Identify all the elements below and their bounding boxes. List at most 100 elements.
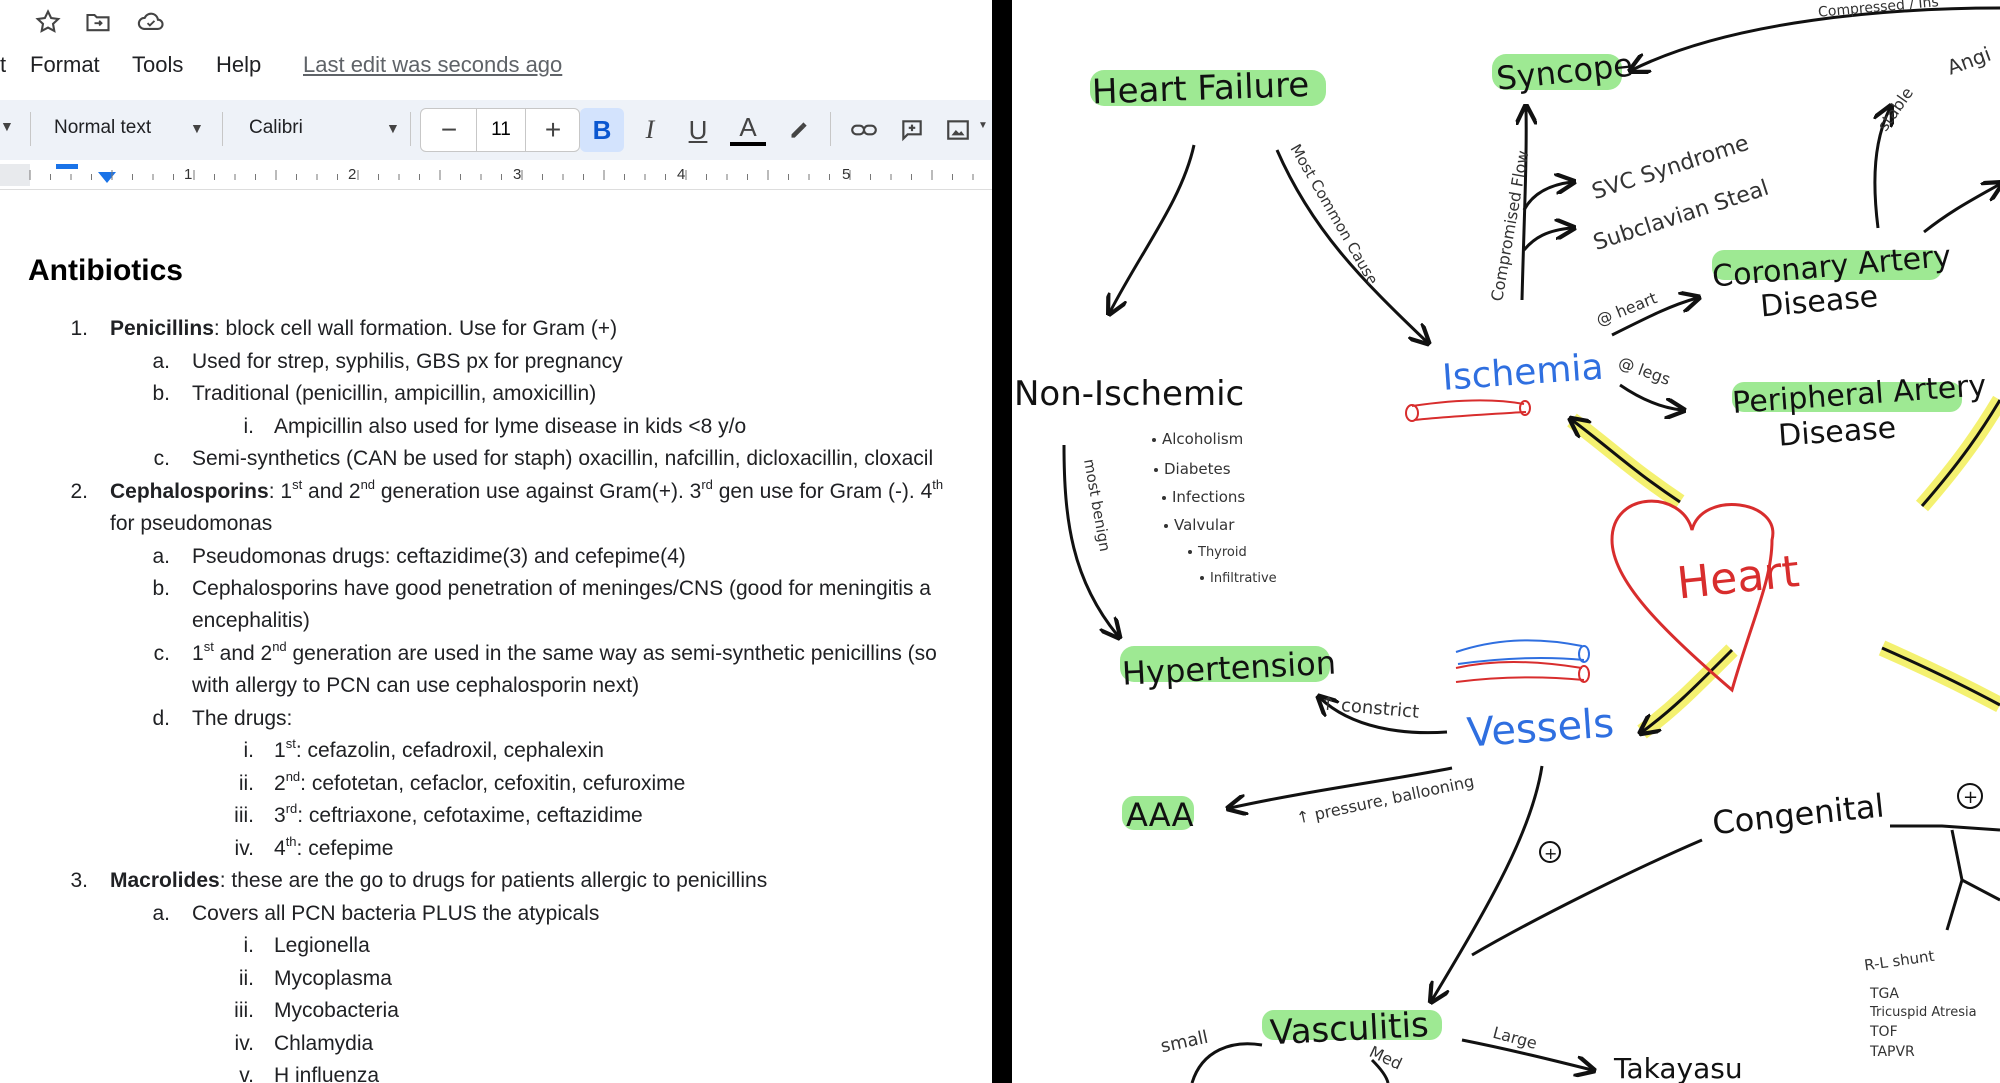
list-term: Macrolides [110,869,220,892]
list-text: generation are used in the same way as s… [286,642,937,665]
insert-link-icon[interactable] [842,108,886,152]
list-item: 3rd: ceftriaxone, cefotaxime, ceftazidim… [274,802,643,829]
chevron-down-icon[interactable]: ▼ [386,120,400,136]
font-size-input[interactable]: 11 [476,109,526,151]
document-page[interactable]: Antibiotics 1. Penicillins: block cell w… [0,190,992,1083]
ruler-mark: 5 [842,166,851,183]
increase-font-size-button[interactable]: + [533,113,573,147]
move-to-folder-icon[interactable] [82,6,114,38]
arrow-hf-to-nonischemic [1110,144,1196,312]
text-color-button[interactable]: A [726,108,770,152]
superscript: st [285,736,296,751]
italic-button[interactable]: I [628,108,672,152]
congenital-branch-right [1961,878,2000,902]
list-item-continued: with allergy to PCN can use cephalospori… [192,674,640,697]
list-text: generation use against Gram(+). 3 [375,480,702,503]
toolbar-separator [410,112,411,146]
chevron-down-icon[interactable]: ▼ [190,120,204,136]
arrow-vasculitis-small [1190,1042,1263,1083]
font-size-control: − 11 + [420,108,580,152]
med-label: Med [1366,1042,1405,1074]
list-roman: iv. [234,1032,254,1055]
pad-label-line2: Disease [1777,411,1897,454]
underline-button[interactable]: U [676,108,720,152]
list-text: : cefepime [296,837,394,860]
ruler-mark: 4 [677,166,686,183]
arrow-to-subclavian [1522,228,1572,251]
congenital-item: TGA [1869,986,1899,1002]
formatting-toolbar: ▼ Normal text ▼ Calibri ▼ − 11 + B I U A [0,100,992,160]
congenital-item: TOF [1869,1024,1898,1040]
text-color-letter: A [739,112,757,142]
most-common-cause-label: Most Common Cause [1287,141,1382,288]
superscript: nd [360,477,376,492]
congenital-item: Tricuspid Atresia [1869,1005,1977,1020]
cloud-saved-icon[interactable] [134,6,168,38]
plus-sign: + [1544,844,1557,863]
menu-tools[interactable]: Tools [132,52,183,78]
list-text: : cefotetan, cefaclor, cefoxitin, cefuro… [300,772,686,795]
yellow-arrow-lower-right-line [1881,646,2000,707]
superscript: nd [285,769,301,784]
menu-item-partial[interactable]: t [0,52,6,78]
ruler[interactable]: 1 2 3 4 5 [0,160,992,190]
list-item: Cephalosporins have good penetration of … [192,577,931,600]
bold-button[interactable]: B [580,108,624,152]
list-text: 1 [192,642,204,665]
chevron-down-icon[interactable]: ▼ [978,120,988,131]
list-text: : ceftriaxone, cefotaxime, ceftazidime [297,804,643,827]
highlight-color-icon[interactable] [776,108,820,152]
arrow-vessels-to-vasculitis [1432,765,1544,1000]
decrease-font-size-button[interactable]: − [429,113,469,147]
list-letter: d. [152,707,170,730]
vessels-drawing [1455,639,1590,683]
yellow-arrow-ischemia-line [1572,420,1681,504]
list-letter: b. [152,382,170,405]
menu-help[interactable]: Help [216,52,261,78]
last-edit-link[interactable]: Last edit was seconds ago [303,52,562,78]
arrow-cad-to-right [1923,184,2000,234]
add-comment-icon[interactable] [890,108,934,152]
congenital-branch [1890,824,2000,832]
superscript: st [203,639,214,654]
list-text: 2 [274,772,286,795]
superscript: st [292,477,303,492]
superscript: th [932,477,944,492]
arrow-congenital-to-vasculitis [1471,838,1703,957]
list-item: 1st and 2nd generation are used in the s… [192,639,937,667]
list-text: 3 [274,804,286,827]
list-roman: ii. [238,967,254,990]
list-roman: iii. [234,999,254,1022]
at-heart-label: @ heart [1593,288,1659,329]
list-text: : 1 [268,480,293,503]
superscript: nd [272,639,287,654]
text-color-swatch [730,142,766,146]
list-item-continued: encephalitis) [192,609,310,632]
whiteboard-mindmap: Heart Heart Failure Syncope Non-Ischemic… [1012,0,2000,1083]
document-heading: Antibiotics [28,254,183,287]
list-term: Penicillins [110,317,214,340]
list-item: Traditional (penicillin, ampicillin, amo… [192,382,597,405]
mindmap-canvas: Heart Heart Failure Syncope Non-Ischemic… [1014,0,2000,1083]
star-icon[interactable] [32,6,64,38]
ischemia-label: Ischemia [1441,347,1605,399]
font-family-select[interactable]: Calibri [249,117,303,139]
list-text: 4 [274,837,286,860]
list-text: gen use for Gram (-). 4 [712,480,933,503]
angina-partial-label: Angi [1944,42,1994,80]
list-roman: i. [243,934,255,957]
list-item: Macrolides: these are the go to drugs fo… [110,868,767,894]
insert-image-icon[interactable] [936,108,980,152]
chevron-down-icon[interactable]: ▼ [0,118,14,134]
cause-item: Valvular [1174,516,1235,534]
toolbar-separator [830,112,831,146]
at-legs-label: @ legs [1616,353,1673,389]
paragraph-style-select[interactable]: Normal text [54,117,151,139]
list-roman: iv. [234,837,254,860]
ruler-mark: 2 [348,166,357,183]
menu-format[interactable]: Format [30,52,100,78]
list-item: Semi-synthetics (CAN be used for staph) … [192,447,934,470]
toolbar-separator [30,112,31,146]
list-text: : block cell wall formation. Use for Gra… [213,317,618,340]
list-term: Cephalosporins [110,480,269,503]
